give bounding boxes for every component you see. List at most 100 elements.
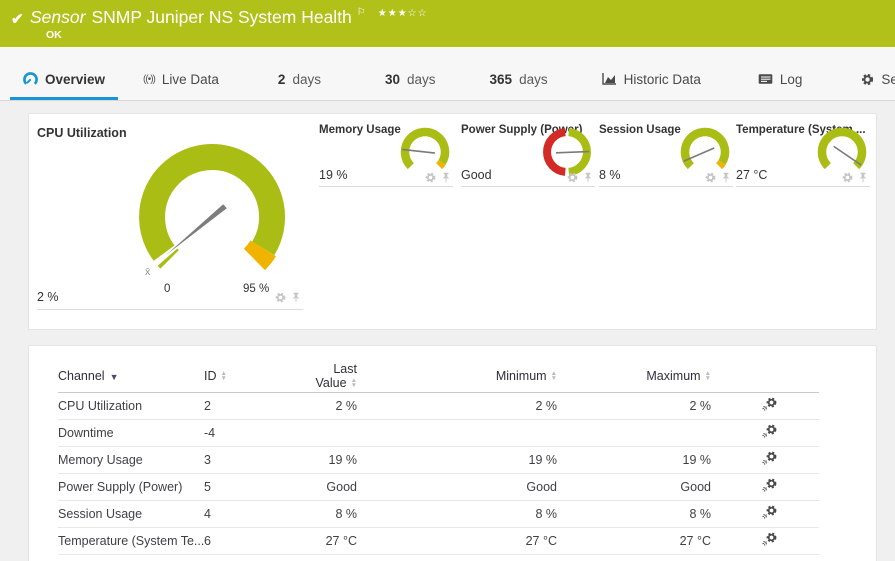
tab-30-days[interactable]: 30 days bbox=[372, 61, 449, 100]
prtg-sensor-overview-page: ✔ Sensor SNMP Juniper NS System Health ⚐ ★★… bbox=[0, 0, 895, 561]
maximum-value: 19 % bbox=[569, 446, 719, 473]
table-row: CPU Utilization 2 2 % 2 % 2 % bbox=[58, 392, 819, 419]
gear-icon[interactable] bbox=[705, 172, 716, 183]
tab-log[interactable]: Log bbox=[745, 61, 816, 100]
last-value: 2 % bbox=[299, 392, 369, 419]
channel-id: -4 bbox=[204, 419, 299, 446]
power-supply-tile[interactable]: Power Supply (Power) Good bbox=[461, 122, 595, 187]
sensor-tab-bar: Overview ((•)) Live Data 2 days 30 days … bbox=[0, 47, 895, 101]
tab-overview[interactable]: Overview bbox=[10, 61, 118, 100]
sort-icon: ▲▼ bbox=[221, 371, 227, 381]
minimum-value: 2 % bbox=[369, 392, 569, 419]
channel-settings-gears-icon[interactable] bbox=[761, 478, 778, 496]
gauge-scale-min: 0 bbox=[164, 283, 170, 295]
channel-id: 5 bbox=[204, 473, 299, 500]
gear-icon[interactable] bbox=[567, 172, 578, 183]
column-header-maximum[interactable]: Maximum▲▼ bbox=[569, 360, 719, 392]
gear-icon[interactable] bbox=[275, 292, 286, 303]
pin-icon[interactable] bbox=[721, 172, 731, 183]
table-row: Power Supply (Power) 5 Good Good Good bbox=[58, 473, 819, 500]
sensor-title: Sensor SNMP Juniper NS System Health ⚐ ★★★☆… bbox=[30, 7, 428, 28]
live-data-icon: ((•)) bbox=[143, 74, 155, 85]
memory-gauge bbox=[397, 124, 453, 176]
channel-settings-gears-icon[interactable] bbox=[761, 532, 778, 550]
sort-icon: ▲▼ bbox=[351, 378, 357, 388]
channel-name: Memory Usage bbox=[58, 446, 204, 473]
gauges-panel: CPU Utilization x̄ 0 95 % 2 % bbox=[28, 113, 877, 330]
tab-365-days[interactable]: 365 days bbox=[477, 61, 561, 100]
last-value: 27 °C bbox=[299, 527, 369, 554]
gauge-icon bbox=[23, 72, 38, 87]
table-header-row: Channel▼ ID▲▼ Last Value▲▼ Minimum▲▼ Max… bbox=[58, 360, 819, 392]
channel-name: CPU Utilization bbox=[58, 392, 204, 419]
minimum-value: 19 % bbox=[369, 446, 569, 473]
gauge-value: 8 % bbox=[599, 168, 621, 182]
gauge-value: Good bbox=[461, 168, 492, 182]
status-ok-check-icon: ✔ bbox=[11, 10, 24, 28]
cpu-gauge: x̄ bbox=[92, 117, 332, 287]
channel-settings-gears-icon[interactable] bbox=[761, 397, 778, 415]
table-row: Downtime -4 bbox=[58, 419, 819, 446]
channel-table-panel: Channel▼ ID▲▼ Last Value▲▼ Minimum▲▼ Max… bbox=[28, 345, 877, 561]
gauge-scale-max: 95 % bbox=[243, 283, 269, 295]
last-value: Good bbox=[299, 473, 369, 500]
channel-table: Channel▼ ID▲▼ Last Value▲▼ Minimum▲▼ Max… bbox=[58, 360, 819, 555]
last-value: 19 % bbox=[299, 446, 369, 473]
last-value bbox=[299, 419, 369, 446]
channel-settings-gears-icon[interactable] bbox=[761, 505, 778, 523]
sensor-type-label: Sensor bbox=[30, 7, 85, 27]
pin-icon[interactable] bbox=[291, 292, 301, 303]
gear-icon[interactable] bbox=[842, 172, 853, 183]
table-row: Memory Usage 3 19 % 19 % 19 % bbox=[58, 446, 819, 473]
gauge-title: Memory Usage bbox=[319, 124, 401, 136]
maximum-value: Good bbox=[569, 473, 719, 500]
channel-settings-gears-icon[interactable] bbox=[761, 424, 778, 442]
flag-icon: ⚐ bbox=[357, 7, 366, 18]
tab-historic-data[interactable]: Historic Data bbox=[589, 61, 714, 100]
channel-name: Downtime bbox=[58, 419, 204, 446]
sort-icon: ▲▼ bbox=[551, 371, 557, 381]
status-badge: OK bbox=[46, 29, 62, 41]
column-header-minimum[interactable]: Minimum▲▼ bbox=[369, 360, 569, 392]
temperature-gauge bbox=[814, 124, 870, 176]
session-gauge bbox=[677, 124, 733, 176]
column-header-id[interactable]: ID▲▼ bbox=[204, 360, 299, 392]
pin-icon[interactable] bbox=[441, 172, 451, 183]
log-list-icon bbox=[758, 73, 773, 85]
channel-id: 4 bbox=[204, 500, 299, 527]
priority-stars[interactable]: ★★★☆☆ bbox=[378, 8, 428, 19]
gauge-title: Session Usage bbox=[599, 124, 681, 136]
sensor-status-header: ✔ Sensor SNMP Juniper NS System Health ⚐ ★★… bbox=[0, 0, 895, 47]
gear-icon bbox=[861, 73, 874, 86]
memory-usage-tile[interactable]: Memory Usage 19 % bbox=[319, 122, 453, 187]
tab-settings[interactable]: Settings bbox=[848, 61, 895, 100]
last-value: 8 % bbox=[299, 500, 369, 527]
minimum-value: 8 % bbox=[369, 500, 569, 527]
channel-id: 3 bbox=[204, 446, 299, 473]
sort-desc-icon: ▼ bbox=[110, 372, 119, 382]
mean-marker: x̄ bbox=[145, 266, 151, 278]
channel-settings-gears-icon[interactable] bbox=[761, 451, 778, 469]
channel-name: Power Supply (Power) bbox=[58, 473, 204, 500]
minimum-value bbox=[369, 419, 569, 446]
session-usage-tile[interactable]: Session Usage 8 % bbox=[599, 122, 733, 187]
area-chart-icon bbox=[602, 73, 617, 85]
minimum-value: Good bbox=[369, 473, 569, 500]
maximum-value bbox=[569, 419, 719, 446]
pin-icon[interactable] bbox=[583, 172, 593, 183]
gauge-value: 27 °C bbox=[736, 168, 767, 182]
tab-2-days[interactable]: 2 days bbox=[265, 61, 334, 100]
sort-icon: ▲▼ bbox=[705, 371, 711, 381]
tab-live-data[interactable]: ((•)) Live Data bbox=[130, 61, 232, 100]
pin-icon[interactable] bbox=[858, 172, 868, 183]
maximum-value: 27 °C bbox=[569, 527, 719, 554]
gauge-value: 19 % bbox=[319, 168, 348, 182]
gear-icon[interactable] bbox=[425, 172, 436, 183]
column-header-last-value[interactable]: Last Value▲▼ bbox=[299, 360, 369, 392]
gauge-value: 2 % bbox=[37, 290, 59, 304]
minimum-value: 27 °C bbox=[369, 527, 569, 554]
column-header-channel[interactable]: Channel▼ bbox=[58, 360, 204, 392]
sensor-name: SNMP Juniper NS System Health bbox=[91, 7, 351, 27]
cpu-utilization-tile[interactable]: CPU Utilization x̄ 0 95 % 2 % bbox=[37, 122, 303, 310]
temperature-tile[interactable]: Temperature (System ... 27 °C bbox=[736, 122, 870, 187]
